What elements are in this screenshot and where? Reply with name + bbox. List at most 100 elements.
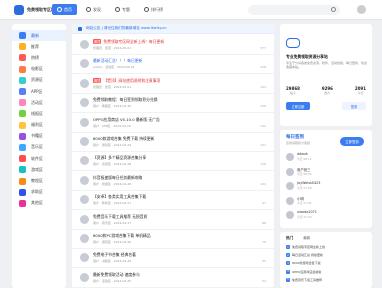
author-avatar[interactable] [80,98,89,108]
post-meta: 用户 · 教程区 · 2024-04-30 [93,104,132,109]
post-title[interactable]: 8000款游戏合集 免费下载 持续更新 [93,136,253,142]
nav-item-home[interactable]: 首页 [52,4,77,15]
signin-user[interactable]: xiaodo2071 今日 07:30 [286,210,366,221]
user-avatar [286,211,294,219]
post-item[interactable]: 置顶 免费领取专区网全新上线！每日更新 管理员 · 置顶 · 2024-05-01 3… [72,36,274,55]
user-avatar[interactable] [357,5,366,14]
login-button[interactable]: 登录 [342,102,366,110]
post-item[interactable]: 8000款游戏合集 免费下载 持续更新 用户 · 游戏区 · 2024-04-29… [72,133,274,152]
search-icon[interactable] [331,7,336,12]
category-icon [19,166,26,174]
author-avatar[interactable] [80,234,89,243]
author-avatar[interactable] [80,137,89,146]
post-title[interactable]: 最新活动汇总！！！每日更新 [93,58,253,64]
hot-item[interactable]: 1 免费领取专区网全新上线 [286,245,368,249]
post-title[interactable]: 8000款PC游戏合集下载 单机精品 [93,233,253,239]
author-avatar[interactable] [80,253,89,263]
sidebar-item-label: APP区 [31,88,43,94]
post-title[interactable]: 【资源】多个精品资源合集分享 [93,155,253,161]
post-title[interactable]: 【安卓】各类实用工具合集下载 [93,194,253,200]
hot-item[interactable]: 3 8000款游戏合集下载 [286,261,368,266]
sidebar-item[interactable]: 电影区 [12,64,66,75]
view-count: 131 [260,143,266,147]
notice-bar[interactable]: 网站公告 | 请记住我们的最新域名 www.lkwlzy.cn [72,24,274,34]
sidebar-item[interactable]: 求助区 [12,187,66,198]
stat-today: 2091 今日 [355,86,366,95]
post-item[interactable]: 免费音乐下载工具推荐 无损音质 用户 · 音乐区 · 2024-04-27 88 [72,211,274,230]
sidebar-item[interactable]: 热榜 [12,52,66,63]
sidebar-item[interactable]: 福利区 [12,120,66,131]
signin-user[interactable]: JoyWeiss0423 今日 07:58 [286,181,366,192]
signin-button[interactable]: 立即签到 [340,137,364,146]
post-title[interactable]: OPPO应用商店 V5.10.0 最新版 无广告 [93,117,253,123]
post-title-text: 最新活动汇总！！！每日更新 [93,58,143,64]
post-title[interactable]: 免费音乐下载工具推荐 无损音质 [93,214,253,220]
author-avatar[interactable] [80,117,89,127]
view-count: 97 [262,201,266,206]
sidebar-item-label: 教程区 [31,178,43,184]
view-count: 104 [260,181,266,186]
sidebar-item[interactable]: 游戏区 [12,164,66,175]
category-icon [19,143,26,151]
author-avatar[interactable] [80,59,89,69]
category-icon [19,121,26,129]
post-item[interactable]: 【资源】多个精品资源合集分享 用户 · 资源区 · 2024-04-28 118 [72,152,274,172]
hot-item[interactable]: 4 OPPO应用商店最新版 [286,269,368,274]
author-avatar[interactable] [80,156,89,166]
post-title[interactable]: 置顶 免费领取专区网全新上线！每日更新 [93,39,253,45]
sidebar-item[interactable]: 推荐 [12,41,66,52]
author-avatar[interactable] [80,175,89,185]
signin-user[interactable]: ddwzk 今日 08:12 [286,152,366,163]
sidebar-item[interactable]: 音乐区 [12,142,66,153]
sidebar-item[interactable]: 最新 [12,30,66,42]
post-item[interactable]: 免费电子书合集 经典名著 用户 · 书籍区 · 2024-04-26 65 [72,249,274,269]
post-item[interactable]: 【安卓】各类实用工具合集下载 用户 · 软件区 · 2024-04-27 97 [72,191,274,211]
post-item[interactable]: OPPO应用商店 V5.10.0 最新版 无广告 用户 · APP区 · 2024… [72,114,274,133]
sidebar-item[interactable]: 书籍区 [12,131,66,142]
hot-item[interactable]: 5 免费音乐下载工具推荐 [286,277,368,282]
sidebar-item[interactable]: 资源区 [12,75,66,86]
post-title[interactable]: 免费电子书合集 经典名著 [93,252,253,258]
sidebar-item-label: 音乐区 [31,144,43,150]
author-avatar[interactable] [80,40,89,49]
sidebar-item[interactable]: 其他区 [12,198,66,209]
post-item[interactable]: 免费领取教程：每日签到领取积分兑换 用户 · 教程区 · 2024-04-30 15… [72,94,274,114]
post-title[interactable]: 置顶 【置顶】网站使用说明和注意事项 [93,77,253,84]
author-avatar[interactable] [80,214,89,224]
tab-hot[interactable]: 热门 [286,236,293,241]
author-avatar[interactable] [80,195,89,205]
view-count: 258 [260,65,266,70]
post-title[interactable]: 最新免费领取活动 速度参与 [93,272,253,278]
post-title[interactable]: 抖音极速版每日任务最新攻略 [93,175,253,181]
post-item[interactable]: 最新免费领取活动 速度参与 用户 · 活动区 · 2024-04-25 54 [72,269,274,288]
post-item[interactable]: 置顶 【置顶】网站使用说明和注意事项 管理员 · 置顶 · 2024-05-01 19… [72,75,274,94]
sidebar-item[interactable]: 教程区 [12,175,66,186]
hot-item[interactable]: 2 每日活动汇总 持续更新 [286,253,368,258]
sidebar-item[interactable]: 活动区 [12,97,66,108]
view-count: 65 [262,259,266,264]
user-name: xiaodo2071 [297,210,317,214]
stat-label: 帖子 [289,91,296,95]
post-meta: 用户 · 音乐区 · 2024-04-27 [93,220,132,225]
sidebar-item-label: 其他区 [31,200,43,206]
post-item[interactable]: 8000款PC游戏合集下载 单机精品 用户 · 游戏区 · 2024-04-26 7… [72,230,274,249]
sidebar-item[interactable]: 线报区 [12,108,66,119]
sidebar-item[interactable]: APP区 [12,86,66,97]
register-button[interactable]: 立即注册 [286,102,310,110]
search-input[interactable] [248,5,340,15]
signin-time: 今日 08:12 [297,157,312,161]
tab-latest[interactable]: 最新 [303,236,310,241]
author-avatar[interactable] [80,78,89,88]
author-avatar[interactable] [80,272,89,282]
post-item[interactable]: 最新活动汇总！！！每日更新 admin · 活动区 · 2024-05-01 258 [72,55,274,75]
nav-item-topics[interactable]: 专题 [110,4,135,15]
post-title-text: 8000款PC游戏合集下载 单机精品 [93,233,151,238]
post-title[interactable]: 免费领取教程：每日签到领取积分兑换 [93,97,253,103]
post-item[interactable]: 抖音极速版每日任务最新攻略 用户 · 线报区 · 2024-04-28 104 [72,172,274,191]
sidebar-item[interactable]: 软件区 [12,153,66,164]
signin-user[interactable]: 小明 今日 07:41 [286,196,366,207]
site-logo[interactable]: 免费领取专区网 [14,5,55,15]
signin-user[interactable]: 用户张三 今日 08:05 [286,167,366,178]
nav-item-ranking[interactable]: 排行榜 [139,4,168,15]
nav-item-discover[interactable]: 发现 [81,4,106,15]
